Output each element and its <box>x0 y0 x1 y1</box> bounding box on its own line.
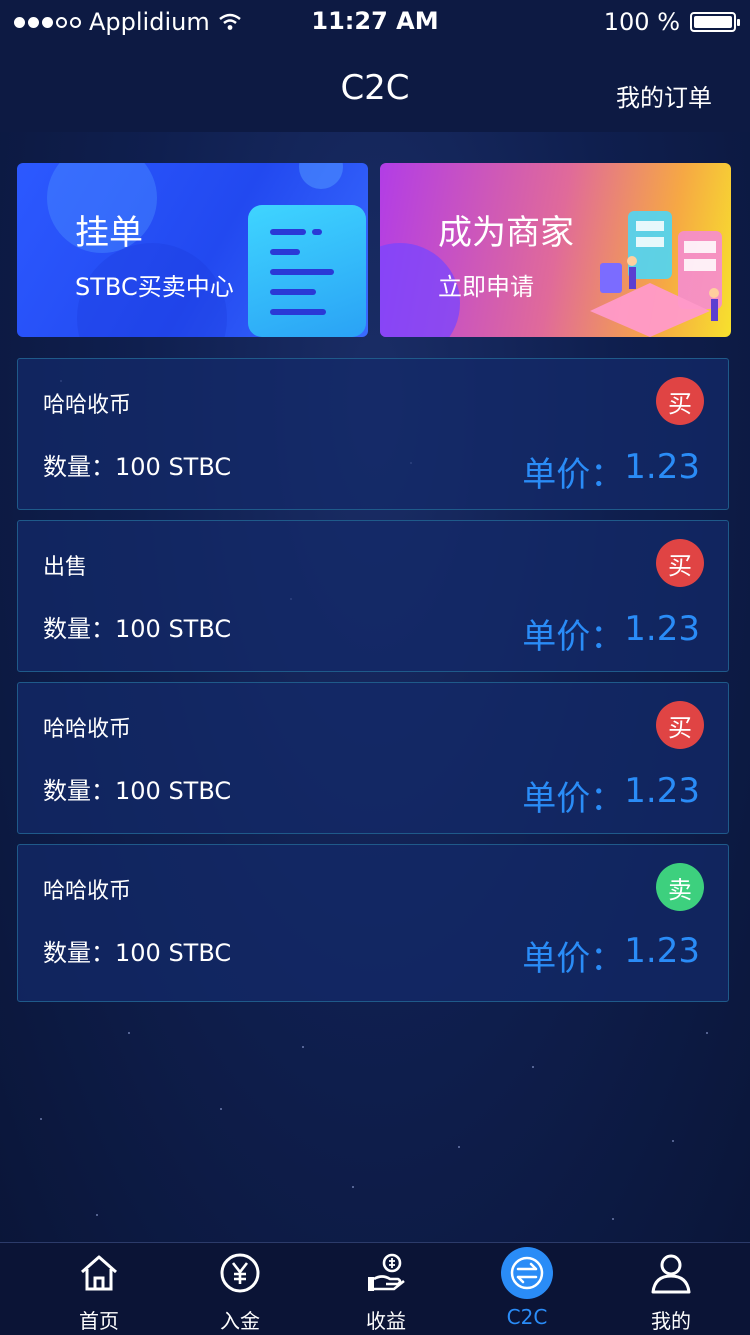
my-orders-link[interactable]: 我的订单 <box>616 78 712 113</box>
battery-icon <box>690 12 740 32</box>
order-card[interactable]: 哈哈收币 数量：100 STBC 单价： 1.23 买 <box>17 358 729 510</box>
tab-earnings[interactable]: 收益 <box>316 1243 456 1335</box>
tab-c2c[interactable]: C2C <box>457 1243 597 1335</box>
order-unit-price: 单价： 1.23 <box>522 609 700 657</box>
bottom-tab-bar: 首页 入金 收益 C2C 我的 <box>0 1242 750 1335</box>
shopping-illustration <box>590 211 722 337</box>
order-unit-price: 单价： 1.23 <box>522 771 700 819</box>
order-card[interactable]: 哈哈收币 数量：100 STBC 单价： 1.23 卖 <box>17 844 729 1002</box>
tab-label: 首页 <box>79 1309 119 1333</box>
tab-home[interactable]: 首页 <box>29 1243 169 1335</box>
tab-label: C2C <box>506 1305 548 1329</box>
tab-profile[interactable]: 我的 <box>601 1243 741 1335</box>
sell-badge[interactable]: 卖 <box>656 863 704 911</box>
order-card[interactable]: 出售 数量：100 STBC 单价： 1.23 买 <box>17 520 729 672</box>
order-quantity: 数量：100 STBC <box>43 777 232 805</box>
become-merchant-banner[interactable]: 成为商家 立即申请 <box>380 163 731 337</box>
tab-label: 入金 <box>220 1309 260 1333</box>
merchant-name: 出售 <box>43 555 88 580</box>
nav-bar: C2C 我的订单 <box>0 44 750 132</box>
order-quantity: 数量：100 STBC <box>43 453 232 481</box>
order-quantity: 数量：100 STBC <box>43 939 232 967</box>
document-icon <box>248 205 366 337</box>
merchant-name: 哈哈收币 <box>43 717 132 742</box>
yen-icon <box>220 1253 260 1293</box>
merchant-name: 哈哈收币 <box>43 879 132 904</box>
order-card[interactable]: 哈哈收币 数量：100 STBC 单价： 1.23 买 <box>17 682 729 834</box>
buy-badge[interactable]: 买 <box>656 701 704 749</box>
tab-label: 我的 <box>651 1309 691 1333</box>
order-quantity: 数量：100 STBC <box>43 615 232 643</box>
earnings-hand-icon <box>368 1253 405 1291</box>
banner-subtitle: STBC买卖中心 <box>75 273 234 301</box>
order-unit-price: 单价： 1.23 <box>522 931 700 979</box>
exchange-icon <box>501 1247 553 1299</box>
banner-title: 挂单 <box>75 213 143 253</box>
buy-badge[interactable]: 买 <box>656 539 704 587</box>
merchant-name: 哈哈收币 <box>43 393 132 418</box>
battery-percent: 100 % <box>603 8 680 36</box>
home-icon <box>81 1255 117 1291</box>
post-order-banner[interactable]: 挂单 STBC买卖中心 <box>17 163 368 337</box>
tab-deposit[interactable]: 入金 <box>170 1243 310 1335</box>
order-unit-price: 单价： 1.23 <box>522 447 700 495</box>
tab-label: 收益 <box>366 1309 406 1333</box>
user-icon <box>651 1254 691 1294</box>
banner-title: 成为商家 <box>438 213 574 253</box>
buy-badge[interactable]: 买 <box>656 377 704 425</box>
banner-subtitle: 立即申请 <box>438 273 534 301</box>
status-bar: Applidium 11:27 AM 100 % <box>0 0 750 44</box>
